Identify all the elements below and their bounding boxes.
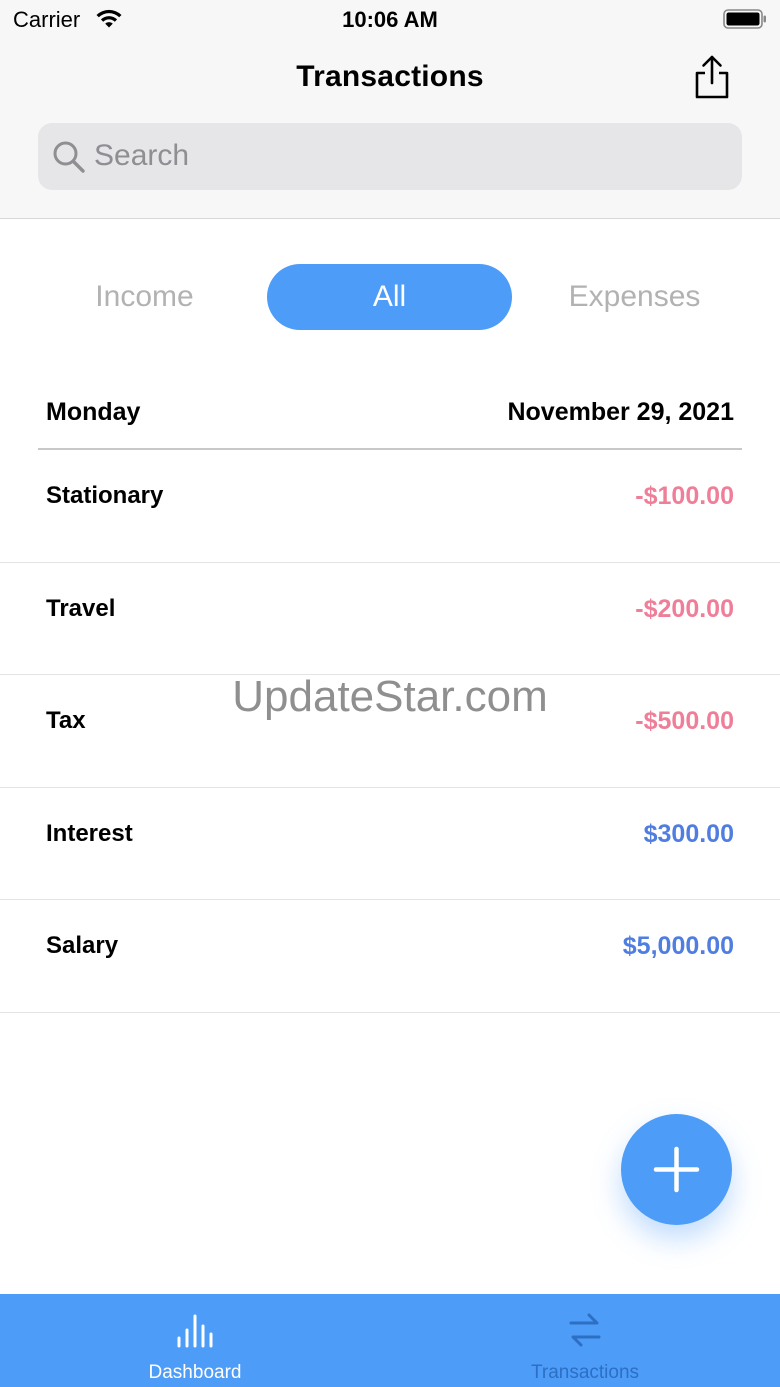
filter-all-tab[interactable]: All	[267, 264, 512, 330]
add-transaction-button[interactable]	[621, 1114, 732, 1225]
tab-transactions-label: Transactions	[530, 1362, 640, 1383]
transaction-name: Travel	[46, 594, 116, 622]
navigation-header: Transactions	[0, 40, 780, 219]
transaction-name: Interest	[46, 819, 133, 847]
status-bar: Carrier 10:06 AM	[0, 0, 780, 40]
transaction-amount: $5,000.00	[622, 932, 734, 960]
transaction-row[interactable]: Salary $5,000.00	[0, 900, 780, 1013]
watermark: UpdateStar.com	[232, 672, 548, 721]
filter-segmented-control: Income All Expenses	[0, 264, 780, 330]
tab-transactions[interactable]: Transactions	[390, 1294, 780, 1387]
transaction-name: Stationary	[46, 482, 164, 509]
bar-chart-icon	[177, 1314, 213, 1348]
tab-dashboard[interactable]: Dashboard	[0, 1294, 390, 1387]
status-time: 10:06 AM	[342, 7, 438, 32]
date-section-header: Monday November 29, 2021	[38, 380, 742, 450]
page-title: Transactions	[296, 60, 484, 93]
section-day: Monday	[46, 398, 141, 426]
bottom-tab-bar: Dashboard Transactions	[0, 1294, 780, 1387]
transaction-amount: -$200.00	[635, 594, 734, 623]
transaction-row[interactable]: Interest $300.00	[0, 788, 780, 900]
filter-income-tab[interactable]: Income	[22, 264, 267, 330]
search-icon	[53, 141, 85, 173]
transaction-name: Salary	[46, 932, 119, 959]
transaction-amount: -$100.00	[635, 482, 734, 510]
transaction-amount: $300.00	[643, 819, 734, 848]
share-icon[interactable]	[690, 54, 734, 102]
plus-icon	[653, 1146, 700, 1193]
transaction-row[interactable]: Stationary -$100.00	[0, 450, 780, 563]
search-input[interactable]	[94, 133, 714, 179]
battery-icon	[723, 9, 766, 29]
tab-dashboard-label: Dashboard	[148, 1362, 242, 1383]
swap-arrows-icon	[569, 1313, 601, 1347]
transaction-row[interactable]: Travel -$200.00	[0, 563, 780, 675]
search-bar[interactable]	[38, 123, 742, 190]
transaction-list: Stationary -$100.00 Travel -$200.00 Tax …	[0, 450, 780, 1013]
section-date: November 29, 2021	[507, 398, 734, 426]
filter-expenses-tab[interactable]: Expenses	[512, 264, 757, 330]
